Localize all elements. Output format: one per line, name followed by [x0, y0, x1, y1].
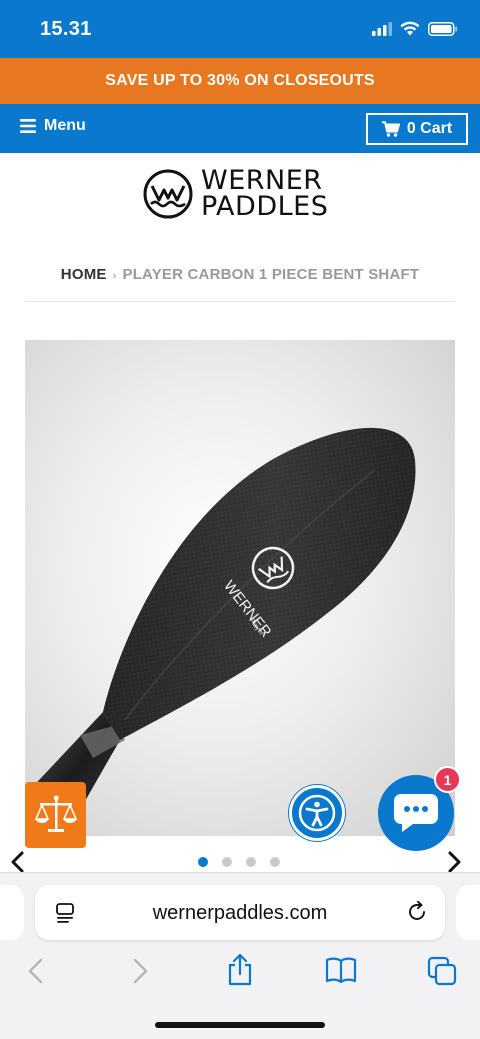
forward-chevron-icon — [133, 958, 148, 984]
home-indicator — [155, 1022, 325, 1028]
carousel-dot-2[interactable] — [222, 857, 232, 867]
logo-line-2: PADDLES — [201, 191, 329, 222]
status-bar: 15.31 — [0, 0, 480, 58]
promo-banner[interactable]: SAVE UP TO 30% ON CLOSEOUTS — [0, 58, 480, 104]
accessibility-person-icon — [298, 794, 336, 832]
reload-icon[interactable] — [405, 900, 429, 929]
hamburger-icon — [20, 119, 36, 133]
breadcrumb-divider — [25, 301, 455, 302]
scales-of-justice-icon — [34, 795, 77, 832]
product-image[interactable]: WERNER Player — [25, 340, 455, 836]
wifi-icon — [400, 21, 420, 36]
breadcrumb-separator: › — [112, 270, 117, 282]
next-tab-preview[interactable] — [456, 885, 480, 940]
status-time: 15.31 — [40, 18, 92, 40]
carousel-dot-1[interactable] — [198, 857, 208, 867]
accessibility-button[interactable] — [289, 785, 345, 841]
tabs-icon — [427, 956, 457, 986]
chevron-left-icon — [11, 851, 24, 873]
cart-button[interactable]: 0 Cart — [366, 113, 468, 145]
status-icons — [372, 21, 458, 36]
safari-bottom-bar: wernerpaddles.com — [0, 872, 480, 1039]
book-icon — [325, 957, 357, 984]
address-url: wernerpaddles.com — [152, 902, 328, 924]
site-navbar: Menu 0 Cart — [0, 104, 480, 153]
forward-button[interactable] — [128, 956, 152, 991]
back-chevron-icon — [28, 958, 43, 984]
cart-label: 0 Cart — [406, 120, 453, 137]
bookmarks-button[interactable] — [325, 956, 357, 989]
chevron-right-icon — [448, 851, 461, 873]
carousel-dot-4[interactable] — [270, 857, 280, 867]
chat-bubble-icon — [394, 794, 438, 832]
breadcrumb: HOME › PLAYER CARBON 1 PIECE BENT SHAFT — [0, 266, 480, 283]
tabs-button[interactable] — [427, 956, 457, 991]
logo-text: WERNER PADDLES — [201, 167, 329, 222]
promo-text: SAVE UP TO 30% ON CLOSEOUTS — [105, 72, 375, 89]
address-bar[interactable]: wernerpaddles.com — [35, 885, 445, 940]
accessibility-compliance-button[interactable] — [25, 782, 86, 848]
share-button[interactable] — [226, 953, 254, 992]
back-button[interactable] — [24, 956, 48, 991]
menu-label: Menu — [44, 117, 86, 134]
chat-notification-badge: 1 — [434, 766, 461, 793]
battery-icon — [428, 21, 458, 36]
paddle-blade-illustration: WERNER Player — [25, 427, 416, 836]
previous-tab-preview[interactable] — [0, 885, 24, 940]
site-logo[interactable]: WERNER PADDLES — [143, 167, 329, 222]
carousel-dot-3[interactable] — [246, 857, 256, 867]
breadcrumb-home-link[interactable]: HOME — [61, 266, 107, 283]
breadcrumb-current: PLAYER CARBON 1 PIECE BENT SHAFT — [122, 266, 420, 283]
cellular-signal-icon — [372, 21, 392, 36]
cart-icon — [381, 121, 400, 137]
carousel-dots — [198, 857, 280, 867]
werner-logo-icon — [143, 169, 193, 219]
share-icon — [228, 953, 252, 986]
menu-button[interactable]: Menu — [20, 117, 86, 135]
